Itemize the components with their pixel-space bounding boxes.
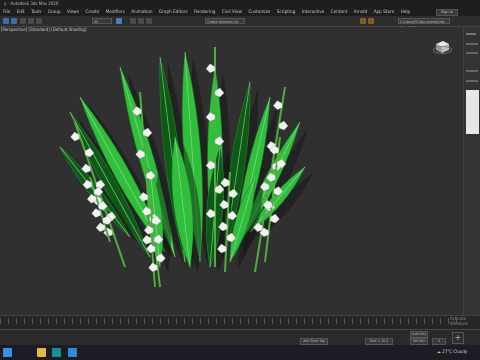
render-setup-icon[interactable] xyxy=(360,18,366,24)
add-key-button[interactable]: + xyxy=(452,332,464,344)
command-panel-row xyxy=(466,70,478,72)
move-icon[interactable] xyxy=(130,18,136,24)
select-object-icon[interactable] xyxy=(116,18,122,24)
command-panel-row xyxy=(466,80,478,82)
redo-icon[interactable] xyxy=(11,18,17,24)
3ds-max-icon[interactable] xyxy=(52,348,61,357)
menu-item-app-store[interactable]: App Store xyxy=(370,8,397,16)
menu-item-graph-editors[interactable]: Graph Editors xyxy=(156,8,191,16)
menu-item-edit[interactable]: Edit xyxy=(13,8,27,16)
file-explorer-icon[interactable] xyxy=(37,348,46,357)
flower-bell xyxy=(205,63,216,74)
menu-item-file[interactable]: File xyxy=(0,8,13,16)
windows-start-icon[interactable] xyxy=(3,348,12,357)
menu-item-tools[interactable]: Tools xyxy=(28,8,45,16)
flower-bell xyxy=(278,120,289,131)
browser-icon[interactable] xyxy=(68,348,77,357)
command-panel-tabs[interactable] xyxy=(466,33,476,35)
weather-icon: ☁ xyxy=(437,349,441,354)
command-panel-row xyxy=(466,43,478,45)
status-bar xyxy=(0,329,480,346)
set-key-button[interactable]: Set Key xyxy=(410,338,428,345)
weather-tray[interactable]: ☁ 27°C Cloudy xyxy=(437,349,467,354)
menu-item-arnold[interactable]: Arnold xyxy=(351,8,371,16)
command-panel-row xyxy=(466,52,478,54)
sign-in-button[interactable]: Sign In xyxy=(436,9,458,16)
auto-key-button[interactable]: Auto Key xyxy=(410,331,428,338)
grid-spacing-readout: Grid = 10.0 xyxy=(365,338,393,345)
scale-icon[interactable] xyxy=(146,18,152,24)
lily-of-the-valley-model[interactable] xyxy=(0,27,463,315)
add-time-tag-button[interactable]: Add Time Tag xyxy=(300,338,328,345)
timeline-ruler[interactable] xyxy=(0,318,463,324)
menu-item-modifiers[interactable]: Modifiers xyxy=(103,8,129,16)
flower-bell xyxy=(273,100,283,110)
unlink-icon[interactable] xyxy=(28,18,34,24)
named-selection-field[interactable]: Create Selection Se xyxy=(205,18,245,24)
current-frame-field[interactable]: 0 xyxy=(432,338,446,345)
menu-item-scripting[interactable]: Scripting xyxy=(274,8,299,16)
bind-icon[interactable] xyxy=(36,18,42,24)
menu-item-customize[interactable]: Customize xyxy=(245,8,273,16)
menu-item-group[interactable]: Group xyxy=(45,8,64,16)
flower-bell xyxy=(148,262,158,272)
weather-text: 27°C Cloudy xyxy=(442,349,468,354)
menu-item-civil-view[interactable]: Civil View xyxy=(219,8,246,16)
undo-icon[interactable] xyxy=(3,18,9,24)
menu-item-views[interactable]: Views xyxy=(64,8,83,16)
selection-filter-dropdown[interactable]: All xyxy=(92,18,112,24)
menu-item-help[interactable]: Help xyxy=(397,8,413,16)
menu-bar: File Edit Tools Group Views Create Modifiers An… xyxy=(0,8,480,16)
menu-item-create[interactable]: Create xyxy=(82,8,102,16)
activate-windows-watermark: Activate Windows xyxy=(450,316,480,326)
render-icon[interactable] xyxy=(368,18,374,24)
link-icon[interactable] xyxy=(20,18,26,24)
menu-item-rendering[interactable]: Rendering xyxy=(191,8,219,16)
workspace-path-field[interactable]: C:\Users\PC\Documents\3ds Max 2020 xyxy=(398,18,450,30)
menu-item-animation[interactable]: Animation xyxy=(128,8,156,16)
menu-item-interactive[interactable]: Interactive xyxy=(299,8,328,16)
menu-item-content[interactable]: Content xyxy=(327,8,350,16)
modifier-stack-list[interactable] xyxy=(466,90,479,134)
activate-windows-text: Activate Windows xyxy=(450,316,468,326)
window-title: y - Autodesk 3ds Max 2020 xyxy=(0,0,480,8)
rotate-icon[interactable] xyxy=(138,18,144,24)
